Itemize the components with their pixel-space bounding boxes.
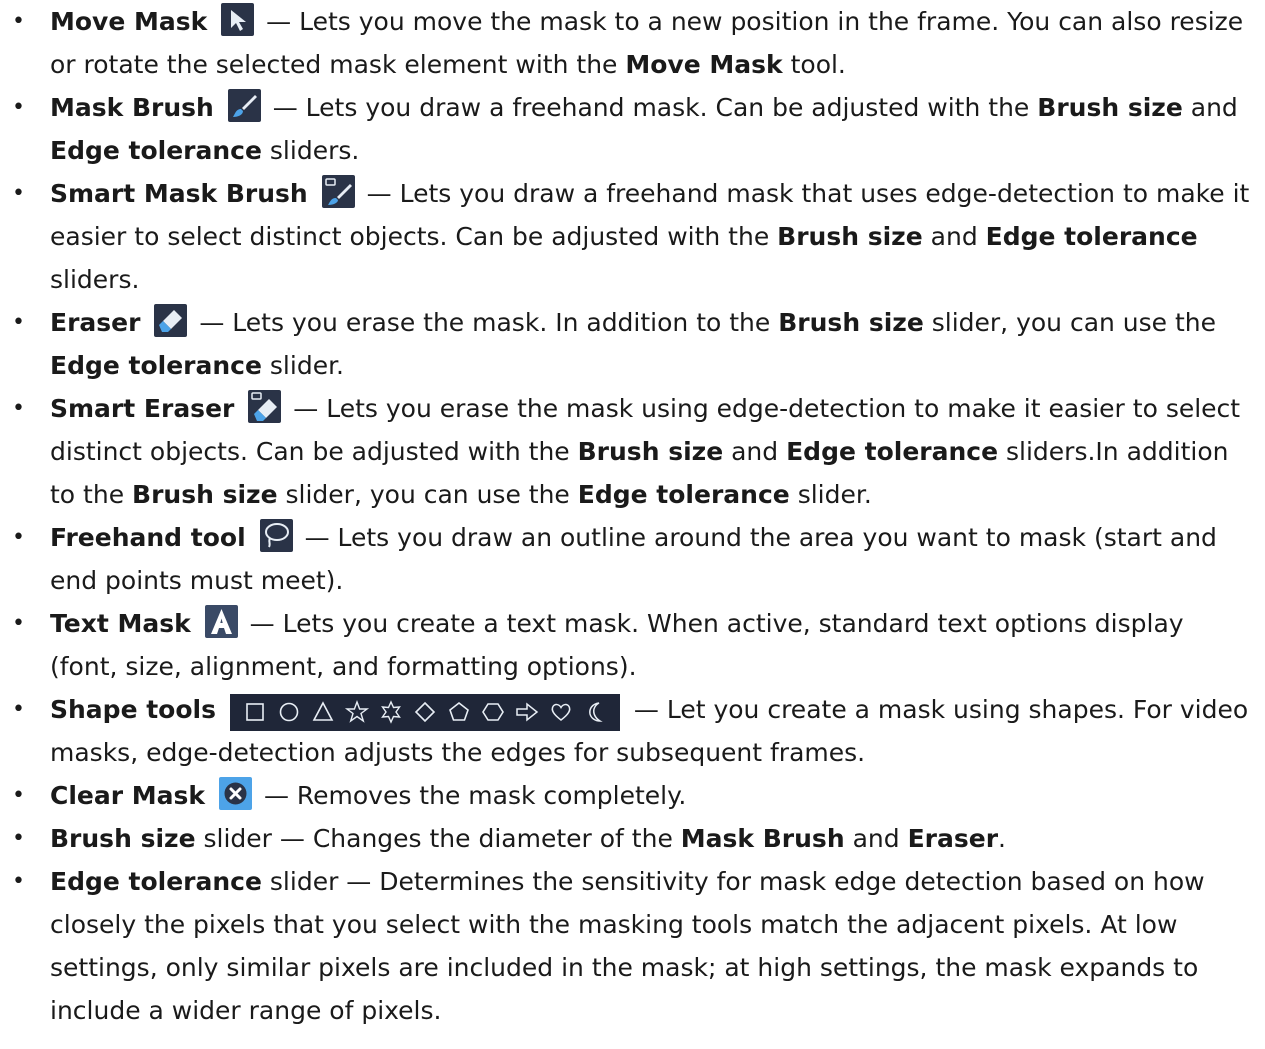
term-shape-tools: Shape tools	[50, 695, 216, 724]
triangle-icon	[312, 701, 334, 721]
term: Brush size	[1037, 93, 1183, 122]
term-clear-mask: Clear Mask	[50, 781, 206, 810]
description: .	[998, 824, 1006, 853]
document: • Move Mask — Lets you move the mask to …	[0, 0, 1265, 1032]
term-text-mask: Text Mask	[50, 609, 191, 638]
term-eraser: Eraser	[50, 308, 141, 337]
heart-icon	[551, 703, 571, 721]
term: Brush size	[778, 308, 924, 337]
description: — Lets you erase the mask. In addition t…	[199, 308, 771, 337]
list-item-smart-mask-brush: • Smart Mask Brush — Lets you draw a fre…	[0, 172, 1255, 301]
shape-tools-strip	[229, 693, 620, 731]
term: Edge tolerance	[50, 136, 262, 165]
description: slider.	[797, 480, 872, 509]
bullet: •	[12, 310, 25, 335]
bullet: •	[12, 611, 25, 636]
description: and	[930, 222, 978, 251]
term-smart-eraser: Smart Eraser	[50, 394, 235, 423]
term: Brush size	[132, 480, 278, 509]
list-item-move-mask: • Move Mask — Lets you move the mask to …	[0, 0, 1255, 86]
term: Edge tolerance	[577, 480, 790, 509]
term: Edge tolerance	[985, 222, 1198, 251]
rectangle-icon	[246, 703, 264, 721]
list-item-freehand-tool: • Freehand tool — Lets you draw an outli…	[0, 516, 1255, 602]
tool-list: • Move Mask — Lets you move the mask to …	[0, 0, 1255, 1032]
star-icon	[344, 699, 370, 723]
bullet: •	[12, 95, 25, 120]
eraser-icon	[154, 304, 188, 337]
pentagon-icon	[448, 701, 469, 721]
smart-mask-brush-icon	[321, 175, 355, 208]
text-mask-icon	[204, 605, 238, 638]
move-mask-icon	[221, 3, 255, 36]
description: — Removes the mask completely.	[263, 781, 687, 810]
term: Brush size	[577, 437, 724, 466]
list-item-edge-tolerance: • Edge tolerance slider — Determines the…	[0, 860, 1255, 1032]
term: Edge tolerance	[786, 437, 999, 466]
description: sliders.	[269, 136, 360, 165]
bullet: •	[12, 826, 25, 851]
description: slider, you can use the	[285, 480, 570, 509]
term-move-mask: Move Mask	[50, 7, 208, 36]
bullet: •	[12, 9, 25, 34]
arrow-icon	[516, 702, 539, 722]
bullet: •	[12, 396, 25, 421]
crescent-icon	[589, 702, 603, 722]
diamond-icon	[414, 701, 436, 723]
term-brush-size: Brush size	[50, 824, 196, 853]
term-smart-mask-brush: Smart Mask Brush	[50, 179, 308, 208]
term-freehand-tool: Freehand tool	[50, 523, 246, 552]
bullet: •	[12, 869, 25, 894]
description: slider, you can use the	[931, 308, 1217, 337]
smart-eraser-icon	[248, 390, 282, 423]
term: Edge tolerance	[50, 351, 262, 380]
star-6-icon	[381, 700, 401, 724]
hexagon-icon	[481, 703, 504, 721]
description: and	[852, 824, 900, 853]
bullet: •	[12, 697, 25, 722]
lasso-icon	[259, 519, 293, 552]
term: Move Mask	[625, 50, 783, 79]
term-edge-tolerance: Edge tolerance	[50, 867, 262, 896]
list-item-text-mask: • Text Mask — Lets you create a text mas…	[0, 602, 1255, 688]
bullet: •	[12, 525, 25, 550]
description: slider.	[269, 351, 345, 380]
bullet: •	[12, 783, 25, 808]
description: slider — Changes the diameter of the	[203, 824, 673, 853]
description: tool.	[790, 50, 846, 79]
description: — Lets you draw a freehand mask. Can be …	[272, 93, 1030, 122]
list-item-clear-mask: • Clear Mask — Removes the mask complete…	[0, 774, 1255, 817]
description: and	[731, 437, 779, 466]
list-item-mask-brush: • Mask Brush — Lets you draw a freehand …	[0, 86, 1255, 172]
list-item-brush-size: • Brush size slider — Changes the diamet…	[0, 817, 1255, 860]
term: Mask Brush	[680, 824, 845, 853]
list-item-smart-eraser: • Smart Eraser — Lets you erase the mask…	[0, 387, 1255, 516]
list-item-shape-tools: • Shape tools — Let you create a mask us…	[0, 688, 1255, 774]
term: Brush size	[777, 222, 923, 251]
clear-mask-icon	[218, 777, 252, 810]
term: Eraser	[907, 824, 999, 853]
list-item-eraser: • Eraser — Lets you erase the mask. In a…	[0, 301, 1255, 387]
mask-brush-icon	[227, 89, 261, 122]
term-mask-brush: Mask Brush	[50, 93, 214, 122]
bullet: •	[12, 181, 25, 206]
description: and	[1190, 93, 1238, 122]
ellipse-icon	[279, 702, 299, 722]
description: sliders.	[50, 265, 140, 294]
